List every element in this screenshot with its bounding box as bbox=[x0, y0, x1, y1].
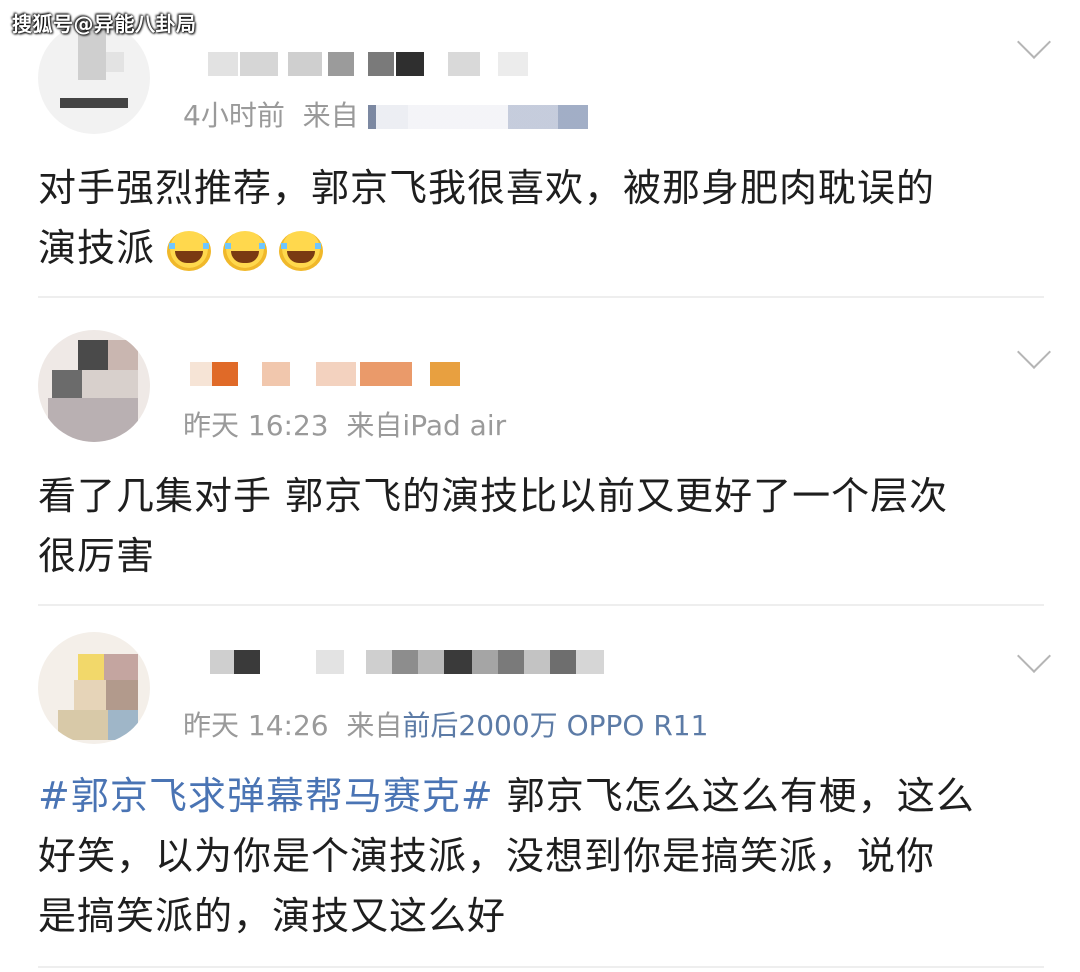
chevron-down-icon[interactable] bbox=[1017, 639, 1051, 673]
post-meta: 4小时前 来自 bbox=[183, 94, 588, 134]
source-prefix: 来自 bbox=[302, 99, 359, 132]
post-text: #郭京飞求弹幕帮马赛克# 郭京飞怎么这么有梗，这么 好笑，以为你是个演技派，没想… bbox=[38, 766, 1038, 946]
post-1: 4小时前 来自 对手强烈推荐，郭京飞我很喜欢，被那身肥肉耽误的 演技派 bbox=[0, 0, 1080, 300]
text-line: 很厉害 bbox=[38, 534, 156, 578]
post-time: 昨天 16:23 bbox=[183, 409, 329, 442]
username[interactable] bbox=[190, 650, 630, 674]
source-link-blurred[interactable] bbox=[367, 105, 588, 129]
watermark: 搜狐号@异能八卦局 bbox=[12, 12, 197, 36]
source-link[interactable]: 前后2000万 OPPO R11 bbox=[402, 709, 708, 742]
chevron-down-icon[interactable] bbox=[1017, 25, 1051, 59]
post-text: 看了几集对手 郭京飞的演技比以前又更好了一个层次 很厉害 bbox=[38, 466, 1038, 586]
divider bbox=[38, 604, 1044, 606]
post-time: 4小时前 bbox=[183, 99, 285, 132]
avatar[interactable] bbox=[38, 22, 150, 134]
text-line: 演技派 bbox=[38, 218, 1038, 278]
avatar[interactable] bbox=[38, 330, 150, 442]
post-time: 昨天 14:26 bbox=[183, 709, 329, 742]
username[interactable] bbox=[190, 362, 470, 386]
post-2: 昨天 16:23 来自iPad air 看了几集对手 郭京飞的演技比以前又更好了… bbox=[0, 300, 1080, 605]
divider bbox=[38, 966, 1044, 968]
avatar[interactable] bbox=[38, 632, 150, 744]
laugh-cry-icon bbox=[167, 230, 212, 271]
text-line: 对手强烈推荐，郭京飞我很喜欢，被那身肥肉耽误的 bbox=[38, 166, 936, 210]
source-link[interactable]: iPad air bbox=[402, 409, 506, 442]
source-prefix: 来自 bbox=[346, 709, 403, 742]
laugh-cry-icon bbox=[223, 230, 268, 271]
post-text: 对手强烈推荐，郭京飞我很喜欢，被那身肥肉耽误的 演技派 bbox=[38, 158, 1038, 278]
post-3: 昨天 14:26 来自前后2000万 OPPO R11 #郭京飞求弹幕帮马赛克#… bbox=[0, 608, 1080, 972]
topic-link[interactable]: #郭京飞求弹幕帮马赛克# bbox=[38, 774, 494, 818]
text-line: 看了几集对手 郭京飞的演技比以前又更好了一个层次 bbox=[38, 474, 949, 518]
text-line: #郭京飞求弹幕帮马赛克# 郭京飞怎么这么有梗，这么 bbox=[38, 774, 975, 818]
divider bbox=[38, 296, 1044, 298]
text-line: 好笑，以为你是个演技派，没想到你是搞笑派，说你 bbox=[38, 834, 936, 878]
laugh-cry-icon bbox=[279, 230, 324, 271]
source-prefix: 来自 bbox=[346, 409, 403, 442]
username[interactable] bbox=[208, 52, 528, 76]
post-meta: 昨天 16:23 来自iPad air bbox=[183, 404, 506, 444]
chevron-down-icon[interactable] bbox=[1017, 335, 1051, 369]
post-meta: 昨天 14:26 来自前后2000万 OPPO R11 bbox=[183, 704, 708, 744]
text-line: 是搞笑派的，演技又这么好 bbox=[38, 894, 507, 938]
